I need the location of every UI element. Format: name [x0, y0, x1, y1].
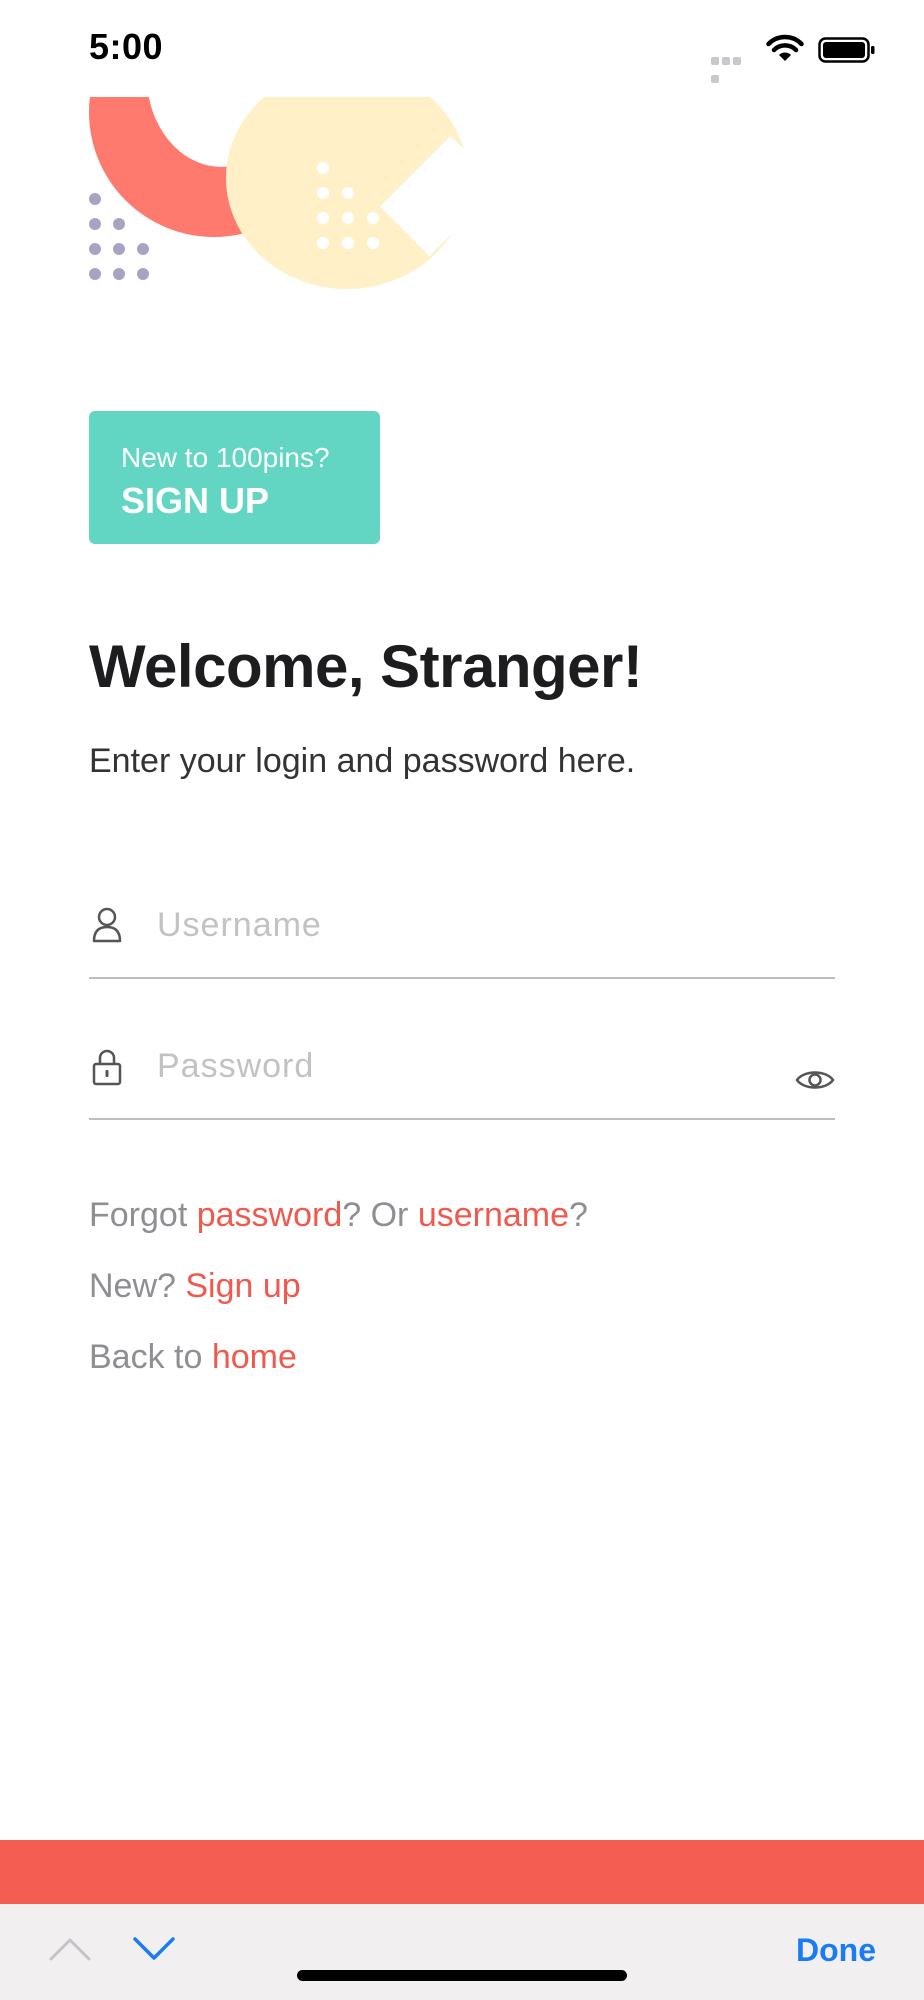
signup-card-label: SIGN UP: [121, 480, 270, 521]
username-input[interactable]: [155, 889, 759, 961]
status-time: 5:00: [89, 26, 164, 67]
next-field-chevron-down-icon[interactable]: [132, 1936, 176, 1962]
previous-field-chevron-up-icon[interactable]: [48, 1936, 92, 1962]
done-button[interactable]: Done: [796, 1932, 876, 1969]
eye-icon[interactable]: [795, 1066, 835, 1094]
username-field-container: [89, 889, 835, 979]
wifi-icon: [766, 34, 804, 61]
back-home-row: Back to home: [89, 1338, 297, 1377]
signup-card-prompt: New to 100pins?: [121, 442, 330, 473]
back-prefix-text: Back to: [89, 1338, 212, 1376]
header-illustration: [89, 97, 489, 297]
password-input[interactable]: [155, 1030, 759, 1102]
forgot-password-link[interactable]: password: [197, 1196, 343, 1234]
sign-up-link[interactable]: Sign up: [185, 1267, 300, 1305]
signup-card-button[interactable]: New to 100pins? SIGN UP: [89, 411, 380, 544]
forgot-middle-text: ? Or: [342, 1196, 418, 1234]
footer-band: [0, 1840, 924, 1904]
forgot-prefix-text: Forgot: [89, 1196, 197, 1234]
home-indicator: [297, 1970, 627, 1981]
forgot-suffix-text: ?: [569, 1196, 588, 1234]
signal-dots-icon: [711, 52, 753, 83]
forgot-credentials-row: Forgot password? Or username?: [89, 1196, 588, 1235]
page-subtitle: Enter your login and password here.: [89, 742, 636, 780]
user-icon: [92, 907, 122, 943]
forgot-username-link[interactable]: username: [418, 1196, 569, 1234]
password-field-container: [89, 1030, 835, 1120]
new-prefix-text: New?: [89, 1267, 186, 1305]
home-link[interactable]: home: [212, 1338, 297, 1376]
battery-icon: [818, 37, 875, 63]
lock-icon: [92, 1049, 122, 1086]
new-user-row: New? Sign up: [89, 1267, 301, 1306]
page-title: Welcome, Stranger!: [89, 633, 643, 700]
